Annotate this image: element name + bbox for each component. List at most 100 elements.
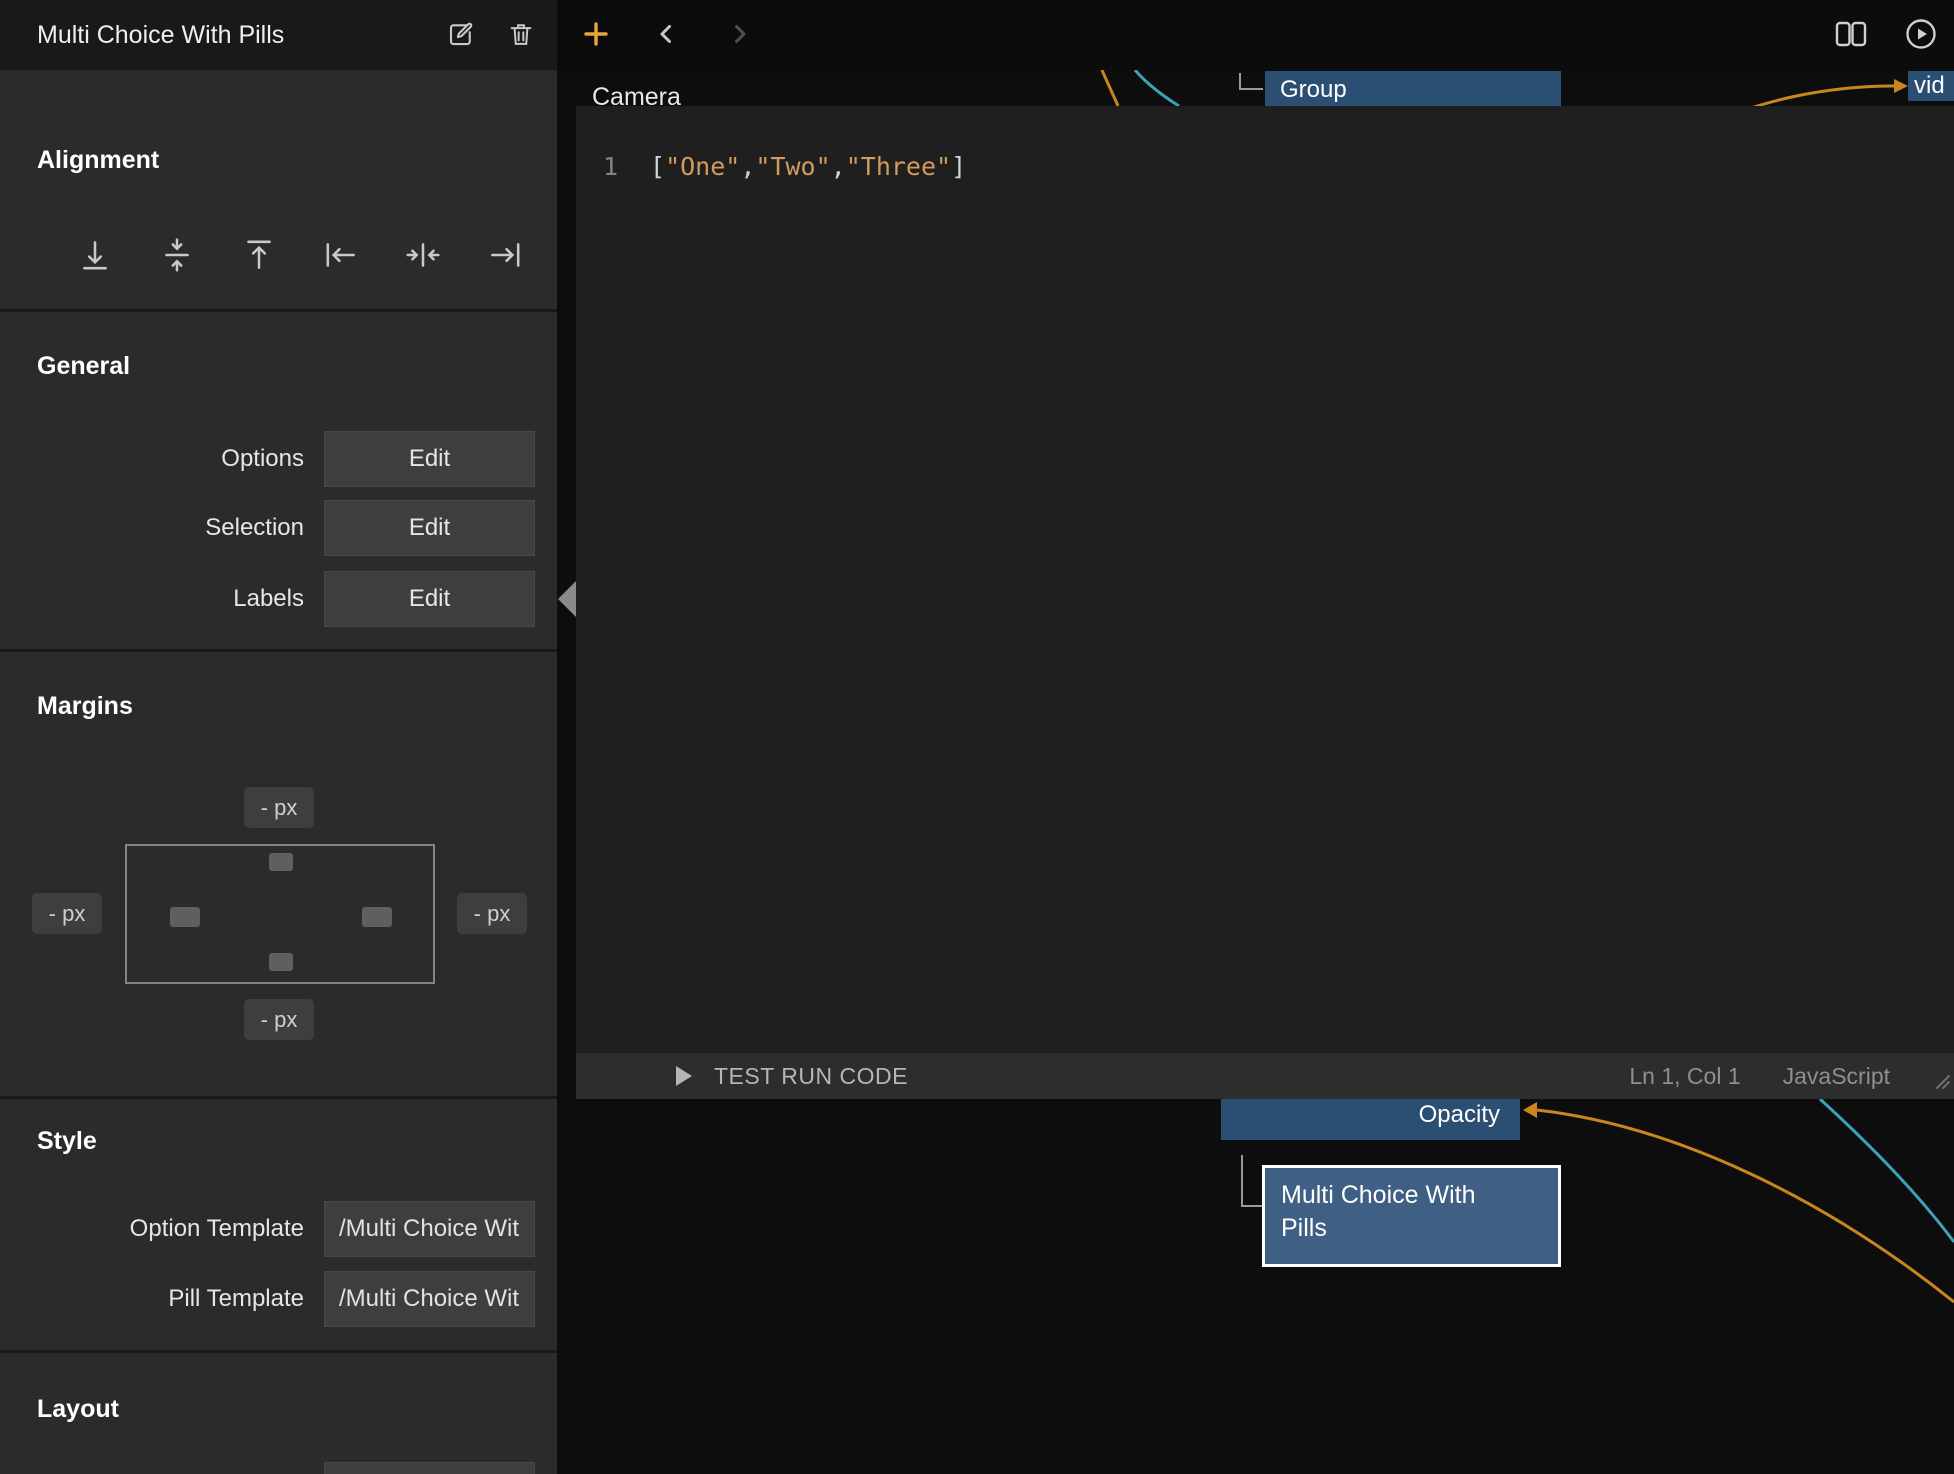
code-token: "Two" xyxy=(755,152,830,181)
toolbar-right-group xyxy=(1834,15,1938,55)
align-left-button[interactable] xyxy=(322,237,360,275)
align-left-icon xyxy=(322,236,360,277)
test-run-code-label: TEST RUN CODE xyxy=(714,1063,908,1090)
margins-preview-rect xyxy=(125,844,435,984)
option-template-field[interactable]: /Multi Choice Wit xyxy=(324,1201,535,1257)
align-top-button[interactable] xyxy=(240,237,278,275)
app-window: Multi Choice With Pills xyxy=(0,0,1954,1474)
plus-icon xyxy=(580,18,612,53)
section-title: Alignment xyxy=(37,146,159,175)
code-token: ] xyxy=(951,152,966,181)
section-general: General Options Edit Selection Edit Labe… xyxy=(0,312,557,652)
margin-left-handle[interactable] xyxy=(170,907,200,927)
margin-bottom-button[interactable]: - px xyxy=(244,999,314,1040)
align-vertical-center-button[interactable] xyxy=(158,237,196,275)
section-margins: Margins - px - px - px - px xyxy=(0,652,557,1099)
split-view-button[interactable] xyxy=(1834,15,1868,55)
run-play-icon xyxy=(676,1066,692,1086)
labels-edit-button[interactable]: Edit xyxy=(324,571,535,627)
options-label: Options xyxy=(0,445,304,473)
section-title: Margins xyxy=(37,692,133,721)
canvas-toolbar xyxy=(557,0,1954,70)
margin-top-button[interactable]: - px xyxy=(244,787,314,828)
wire-orange-bottom xyxy=(1537,1110,1954,1302)
align-top-icon xyxy=(240,236,278,277)
option-template-label: Option Template xyxy=(0,1215,304,1243)
navigate-back-button[interactable] xyxy=(649,15,683,55)
margin-right-handle[interactable] xyxy=(362,907,392,927)
align-bottom-button[interactable] xyxy=(76,237,114,275)
margin-left-button[interactable]: - px xyxy=(32,893,102,934)
alignment-controls xyxy=(76,237,524,275)
chevron-right-icon xyxy=(726,20,754,51)
labels-label: Labels xyxy=(0,585,304,613)
section-layout: Layout xyxy=(0,1353,557,1474)
options-row: Options Edit xyxy=(0,431,557,487)
navigate-forward-button[interactable] xyxy=(723,15,757,55)
video-node[interactable]: vid xyxy=(1908,71,1954,101)
editor-popover-notch xyxy=(558,581,576,617)
section-title: Layout xyxy=(37,1395,119,1424)
group-node-connector xyxy=(1240,73,1263,89)
group-node[interactable]: Group xyxy=(1265,71,1561,109)
labels-row: Labels Edit xyxy=(0,571,557,627)
option-template-row: Option Template /Multi Choice Wit xyxy=(0,1201,557,1257)
align-center-horizontal-button[interactable] xyxy=(404,237,442,275)
layout-row-partial xyxy=(0,1462,557,1474)
wire-arrowhead-opacity xyxy=(1523,1102,1537,1118)
margin-top-handle[interactable] xyxy=(269,853,293,871)
run-prototype-button[interactable] xyxy=(1904,15,1938,55)
code-line-1[interactable]: 1 ["One","Two","Three"] xyxy=(576,106,1954,186)
wire-teal-top xyxy=(1135,70,1179,106)
inspector-title: Multi Choice With Pills xyxy=(37,21,423,50)
pill-template-row: Pill Template /Multi Choice Wit xyxy=(0,1271,557,1327)
section-alignment: Alignment xyxy=(0,70,557,312)
cursor-position: Ln 1, Col 1 xyxy=(1629,1063,1740,1090)
delete-button[interactable] xyxy=(499,13,543,57)
selection-edit-button[interactable]: Edit xyxy=(324,500,535,556)
pill-template-field[interactable]: /Multi Choice Wit xyxy=(324,1271,535,1327)
selected-node-connector xyxy=(1242,1155,1262,1206)
section-title: General xyxy=(37,352,130,381)
language-label: JavaScript xyxy=(1783,1063,1890,1090)
inspector-panel: Multi Choice With Pills xyxy=(0,0,557,1474)
align-center-horizontal-icon xyxy=(404,236,442,277)
code-content[interactable]: ["One","Two","Three"] xyxy=(650,148,966,186)
code-editor-popover: 1 ["One","Two","Three"] TEST RUN CODE Ln… xyxy=(576,106,1954,1099)
section-title: Style xyxy=(37,1127,97,1156)
play-circle-icon xyxy=(1904,17,1938,54)
code-token: "One" xyxy=(665,152,740,181)
multi-choice-with-pills-node[interactable]: Multi Choice With Pills xyxy=(1262,1165,1561,1267)
chevron-left-icon xyxy=(652,20,680,51)
selection-label: Selection xyxy=(0,514,304,542)
add-patch-button[interactable] xyxy=(579,15,613,55)
margin-right-button[interactable]: - px xyxy=(457,893,527,934)
options-edit-button[interactable]: Edit xyxy=(324,431,535,487)
code-token: "Three" xyxy=(846,152,951,181)
editor-footer: TEST RUN CODE Ln 1, Col 1 JavaScript xyxy=(576,1053,1954,1099)
pill-template-label: Pill Template xyxy=(0,1285,304,1313)
align-right-button[interactable] xyxy=(486,237,524,275)
resize-grip[interactable] xyxy=(1931,1069,1951,1096)
align-right-icon xyxy=(486,236,524,277)
trash-icon xyxy=(507,20,535,51)
inspector-header: Multi Choice With Pills xyxy=(0,0,557,70)
align-bottom-icon xyxy=(76,236,114,277)
selection-row: Selection Edit xyxy=(0,500,557,556)
selected-node-label: Multi Choice With Pills xyxy=(1281,1179,1511,1245)
editor-status: Ln 1, Col 1 JavaScript xyxy=(1629,1063,1954,1090)
layout-control-partial[interactable] xyxy=(324,1462,535,1474)
code-token: [ xyxy=(650,152,665,181)
section-style: Style Option Template /Multi Choice Wit … xyxy=(0,1099,557,1353)
line-number: 1 xyxy=(576,148,636,186)
code-token: , xyxy=(831,152,846,181)
wire-arrowhead-video xyxy=(1894,79,1908,93)
node-graph-canvas[interactable]: Camera Group vid Opacity Multi Choice Wi… xyxy=(557,70,1954,1474)
rename-button[interactable] xyxy=(439,13,483,57)
edit-pencil-icon xyxy=(446,19,476,52)
code-token: , xyxy=(740,152,755,181)
align-vertical-center-icon xyxy=(158,236,196,277)
split-view-icon xyxy=(1834,19,1868,52)
margin-bottom-handle[interactable] xyxy=(269,953,293,971)
test-run-code-button[interactable]: TEST RUN CODE xyxy=(676,1063,908,1090)
